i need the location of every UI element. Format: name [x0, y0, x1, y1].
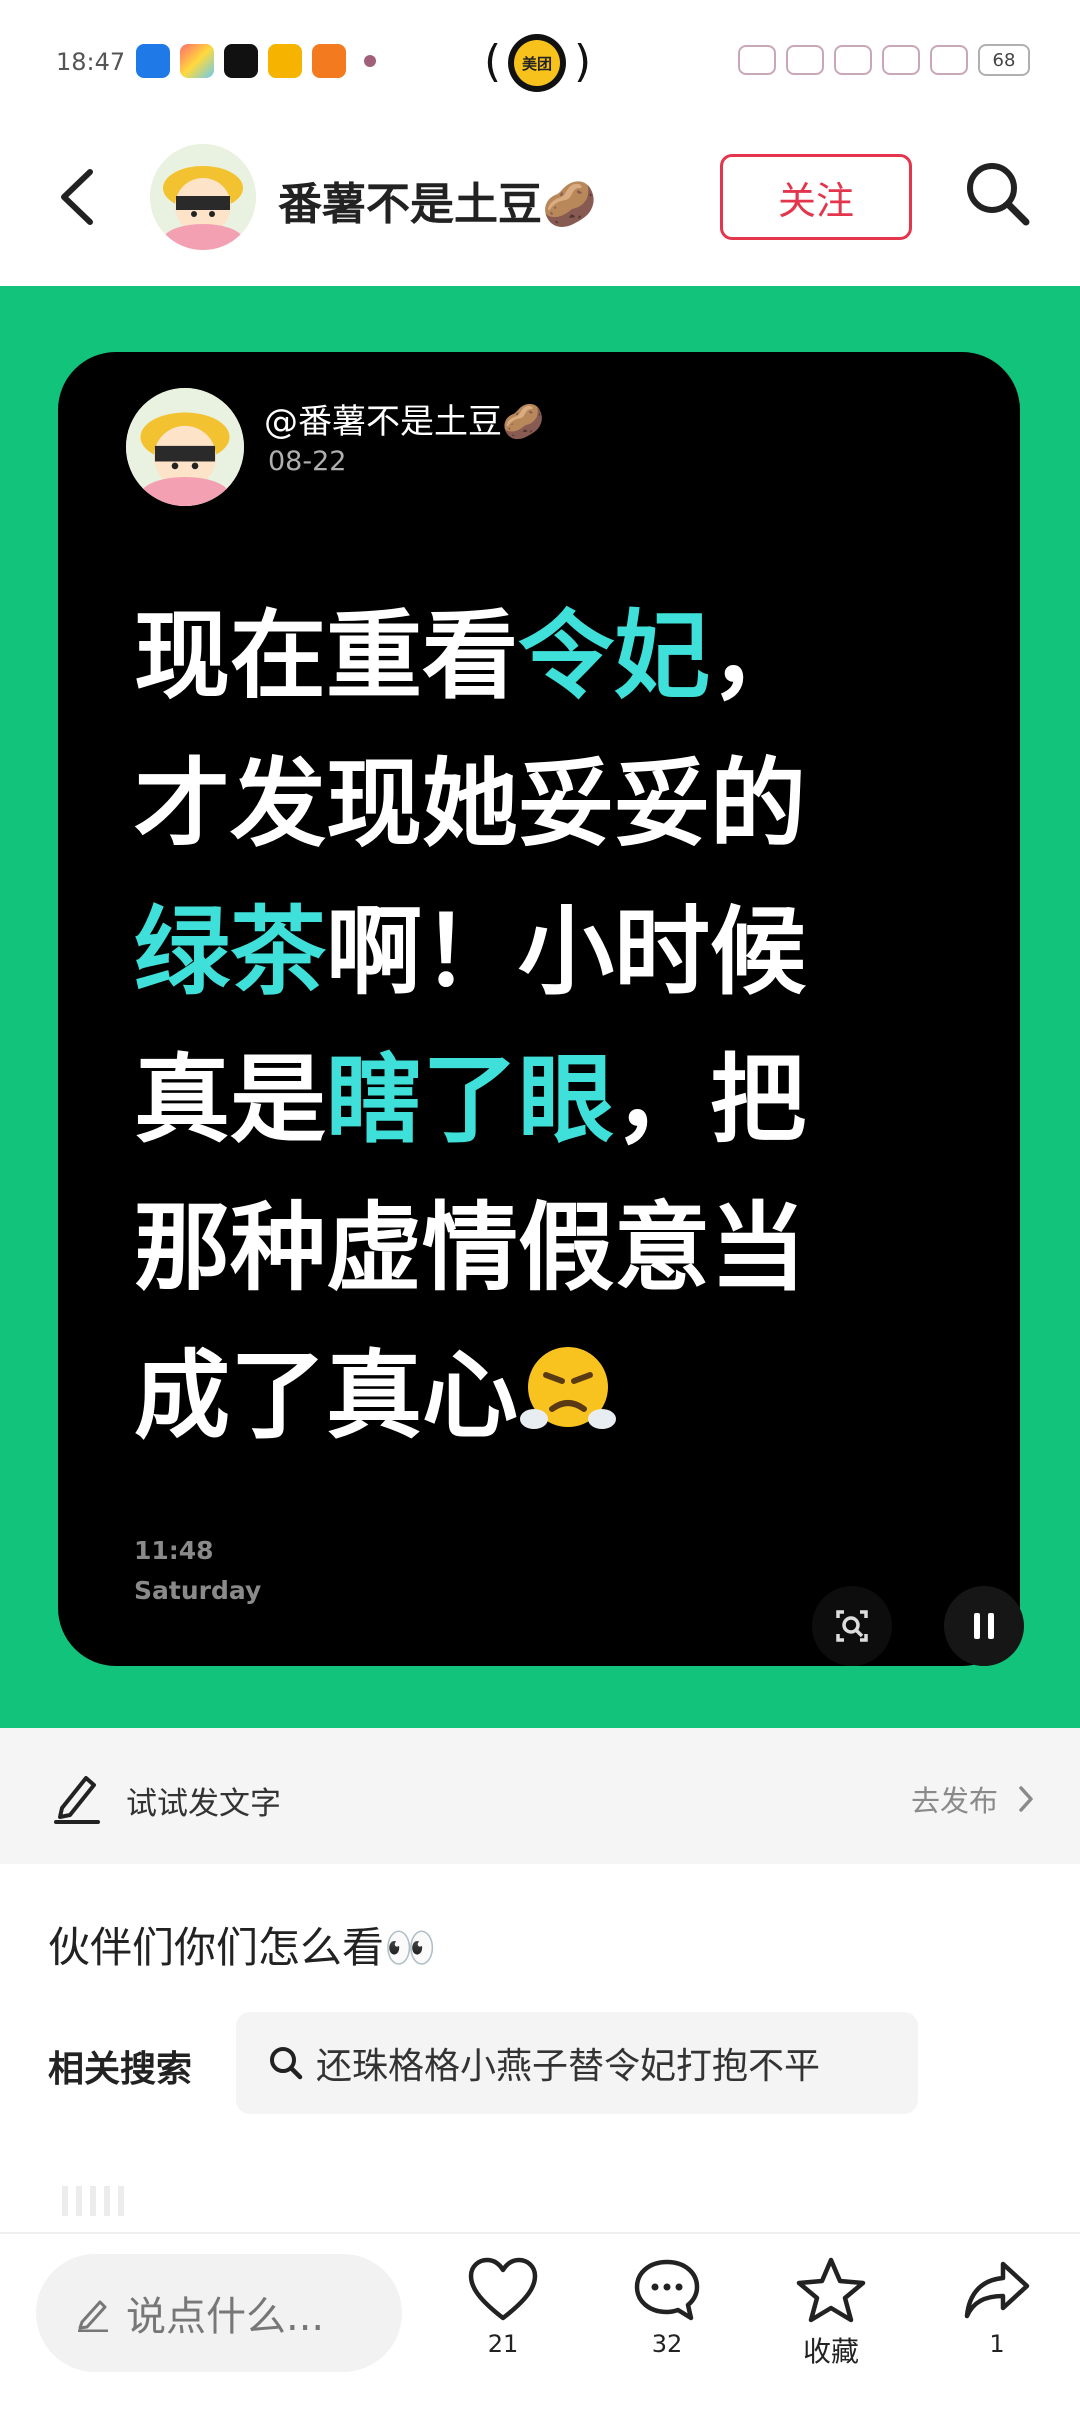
wifi-icon [834, 45, 872, 75]
image-search-button[interactable] [812, 1586, 892, 1666]
app-icon-orange [312, 44, 346, 78]
header: 番薯不是土豆🥔 关注 [0, 130, 1080, 286]
pause-button[interactable] [944, 1586, 1024, 1666]
comment-placeholder: 说点什么... [126, 2294, 325, 2340]
card-avatar [126, 388, 244, 506]
card-day: Saturday [134, 1576, 262, 1605]
post-card: @番薯不是土豆🥔 08-22 现在重看令妃， 才发现她妥妥的 绿茶啊！小时候 真… [58, 352, 1020, 1666]
app-icon-blue [136, 44, 170, 78]
post-image-area[interactable]: @番薯不是土豆🥔 08-22 现在重看令妃， 才发现她妥妥的 绿茶啊！小时候 真… [0, 286, 1080, 1728]
post-caption: 伙伴们你们怎么看👀 [48, 1923, 437, 1972]
card-time: 11:48 [134, 1536, 214, 1565]
status-indicators: 68 [738, 44, 1030, 76]
card-text-segment: 啊！小时候 [326, 896, 806, 1008]
card-text-highlight: 绿茶 [134, 896, 326, 1008]
alarm-icon [738, 45, 776, 75]
card-text-segment: 成了真心 [134, 1340, 518, 1452]
paren-left-icon: ( [484, 36, 502, 87]
card-line-4: 真是瞎了眼，把 [134, 1026, 934, 1174]
share-button[interactable]: 1 [942, 2256, 1052, 2358]
related-search-query: 还珠格格小燕子替令妃打抱不平 [316, 2046, 821, 2087]
signal-icon [882, 45, 920, 75]
card-text-highlight: 瞎了眼 [326, 1044, 614, 1156]
collect-button[interactable]: 收藏 [776, 2256, 886, 2370]
like-button[interactable]: 21 [448, 2256, 558, 2358]
notification-dot-icon [364, 55, 376, 67]
share-count: 1 [989, 2330, 1005, 2358]
card-text-segment: ，把 [614, 1044, 806, 1156]
tiktok-icon [224, 44, 258, 78]
card-line-2: 才发现她妥妥的 [134, 748, 806, 860]
header-username[interactable]: 番薯不是土豆🥔 [278, 168, 597, 232]
related-search-label: 相关搜索 [48, 2049, 193, 2090]
chevron-left-icon [61, 169, 93, 225]
pencil-icon [54, 1776, 100, 1824]
card-text: 现在重看令妃， 才发现她妥妥的 绿茶啊！小时候 真是瞎了眼，把 那种虚情假意当 … [134, 582, 934, 1470]
publish-link[interactable]: 去发布 [911, 1778, 1036, 1820]
status-bar: 18:47 ( 美团 ) 68 [0, 0, 1080, 130]
card-text-segment: 现在重看 [134, 600, 518, 712]
back-button[interactable] [50, 162, 110, 232]
related-search-chip[interactable]: 还珠格格小燕子替令妃打抱不平 [236, 2012, 918, 2114]
avatar[interactable] [150, 144, 256, 250]
bottom-action-bar: 说点什么... 21 32 收藏 1 [0, 2232, 1080, 2412]
paren-right-icon: ) [574, 36, 592, 87]
notification-icon [786, 45, 824, 75]
publish-label: 去发布 [910, 1784, 998, 1818]
star-icon [796, 2257, 866, 2323]
card-avatar-image [126, 388, 244, 506]
scan-icon [836, 1610, 868, 1642]
compose-strip[interactable]: 试试发文字 去发布 [0, 1728, 1080, 1864]
card-text-segment: 真是 [134, 1044, 326, 1156]
angry-face-emoji-icon [520, 1347, 616, 1429]
card-line-5: 那种虚情假意当 [134, 1192, 806, 1304]
follow-button[interactable]: 关注 [720, 154, 912, 240]
meituan-badge: 美团 [508, 34, 566, 92]
pencil-icon [78, 2300, 108, 2332]
status-time: 18:47 [56, 48, 126, 76]
app-icon-yellow [268, 44, 302, 78]
search-icon [967, 163, 1030, 226]
comment-button[interactable]: 32 [612, 2256, 722, 2358]
card-line-6: 成了真心 [134, 1322, 934, 1470]
like-count: 21 [487, 2330, 519, 2358]
dynamic-island: ( 美团 ) [484, 30, 594, 94]
signal-2-icon [930, 45, 968, 75]
avatar-image [150, 144, 256, 250]
share-arrow-icon [964, 2261, 1030, 2319]
chevron-right-icon [1019, 1786, 1033, 1812]
card-text-segment: ， [710, 600, 806, 712]
card-text-highlight: 令妃 [518, 600, 710, 712]
card-line-1: 现在重看令妃， [134, 582, 934, 730]
search-button[interactable] [960, 156, 1036, 232]
meituan-label: 美团 [514, 40, 560, 86]
collect-label: 收藏 [802, 2335, 859, 2368]
heart-icon [468, 2257, 538, 2321]
faint-divider [62, 2186, 124, 2216]
battery-icon: 68 [978, 44, 1030, 76]
card-date: 08-22 [268, 446, 347, 477]
status-app-icons [136, 44, 376, 78]
compose-label: 试试发文字 [126, 1786, 281, 1822]
app-icon-rainbow [180, 44, 214, 78]
search-icon [270, 2047, 303, 2080]
card-handle: @番薯不是土豆🥔 [264, 402, 545, 442]
comment-input[interactable]: 说点什么... [36, 2254, 402, 2372]
pause-icon [974, 1613, 994, 1639]
card-line-3: 绿茶啊！小时候 [134, 878, 934, 1026]
comment-bubble-icon [634, 2259, 700, 2321]
comment-count: 32 [651, 2330, 683, 2358]
